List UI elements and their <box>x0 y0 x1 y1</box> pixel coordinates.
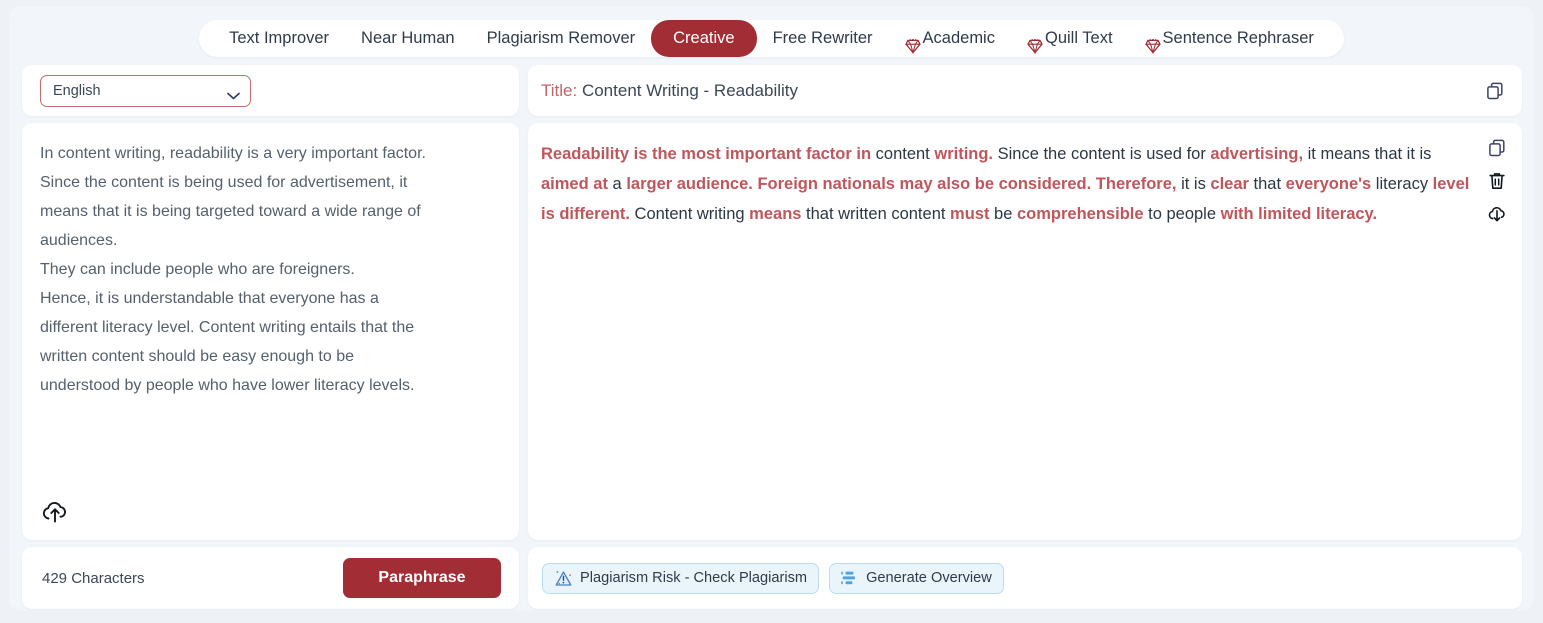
right-footer: Plagiarism Risk - Check Plagiarism Genera… <box>528 547 1522 609</box>
tab-bar: Text Improver Near Human Plagiarism Remove… <box>199 19 1344 57</box>
input-editor-card: In content writing, readability is a ver… <box>22 123 519 540</box>
output-plain-span: it means that it is <box>1303 145 1432 163</box>
left-footer: 429 Characters Paraphrase <box>22 547 519 609</box>
output-highlight-span: advertising, <box>1210 145 1304 163</box>
trash-icon[interactable] <box>1486 170 1508 192</box>
tab-label: Text Improver <box>229 28 330 47</box>
tab-free-rewriter[interactable]: Free Rewriter <box>757 20 889 57</box>
output-plain-span: it is <box>1176 175 1211 193</box>
gem-icon <box>1027 31 1043 55</box>
tab-label: Sentence Rephraser <box>1162 28 1314 47</box>
output-plain-span: Since the content is used for <box>993 145 1211 163</box>
paraphrase-button[interactable]: Paraphrase <box>343 558 501 598</box>
copy-icon[interactable] <box>1484 80 1506 102</box>
pill-label: Generate Overview <box>866 570 992 586</box>
tab-bar-wrapper: Text Improver Near Human Plagiarism Remove… <box>9 6 1534 70</box>
output-plain-span: to people <box>1143 205 1221 223</box>
tab-label: Plagiarism Remover <box>486 28 636 47</box>
tab-label: Free Rewriter <box>772 28 873 47</box>
output-title-label: Title: <box>541 80 578 100</box>
output-title-value: Content Writing - Readability <box>581 80 799 100</box>
output-highlight-span: aimed at <box>541 175 608 193</box>
copy-icon[interactable] <box>1486 137 1508 159</box>
output-highlight-span: larger audience. Foreign nationals may a… <box>626 175 1177 193</box>
tab-label: Creative <box>673 28 735 47</box>
app-container: Text Improver Near Human Plagiarism Remove… <box>9 6 1534 611</box>
output-text[interactable]: Readability is the most important factor… <box>541 139 1470 229</box>
output-highlight-span: clear <box>1210 175 1249 193</box>
output-highlight-span: means <box>749 205 802 223</box>
output-highlight-span: writing. <box>934 145 994 163</box>
output-highlight-span: Readability is the most important factor… <box>541 145 872 163</box>
app-root: Text Improver Near Human Plagiarism Remove… <box>0 0 1543 623</box>
output-highlight-span: with limited literacy. <box>1220 205 1378 223</box>
output-plain-span: Content writing <box>629 205 750 223</box>
output-title: Title: Content Writing - Readability <box>541 81 798 101</box>
upload-cloud-icon[interactable] <box>40 497 70 527</box>
output-plain-span: literacy <box>1371 175 1433 193</box>
check-plagiarism-button[interactable]: Plagiarism Risk - Check Plagiarism <box>542 562 820 594</box>
output-plain-span: be <box>989 205 1017 223</box>
tab-quill-text[interactable]: Quill Text <box>1011 20 1129 57</box>
gem-icon <box>904 31 921 55</box>
output-action-buttons <box>1486 137 1508 225</box>
tab-academic[interactable]: Academic <box>889 20 1011 57</box>
output-highlight-span: must <box>950 205 990 223</box>
language-select[interactable]: English <box>40 74 251 107</box>
tab-label: Near Human <box>361 28 455 47</box>
gem-icon <box>1144 31 1161 55</box>
tab-label: Academic <box>922 28 995 47</box>
tab-plagiarism-remover[interactable]: Plagiarism Remover <box>471 20 652 57</box>
left-panel: English In content writing, readability … <box>22 65 519 609</box>
output-highlight-span: everyone's <box>1285 175 1372 193</box>
tab-text-improver[interactable]: Text Improver <box>213 20 345 57</box>
language-select-value: English <box>53 82 101 99</box>
tab-label: Quill Text <box>1044 28 1113 47</box>
output-highlight-span: comprehensible <box>1017 205 1144 223</box>
output-plain-span: that <box>1248 175 1286 193</box>
chevron-down-icon <box>227 87 240 99</box>
output-plain-span: a <box>607 175 627 193</box>
tab-sentence-rephraser[interactable]: Sentence Rephraser <box>1129 20 1330 57</box>
bar-list-icon <box>841 570 859 586</box>
right-panel: Title: Content Writing - Readability Rea… <box>528 65 1522 609</box>
main-columns: English In content writing, readability … <box>22 65 1522 609</box>
output-card: Readability is the most important factor… <box>528 123 1522 540</box>
tab-creative[interactable]: Creative <box>651 19 757 57</box>
pill-label: Plagiarism Risk - Check Plagiarism <box>580 570 808 586</box>
output-title-bar: Title: Content Writing - Readability <box>528 65 1522 116</box>
generate-overview-button[interactable]: Generate Overview <box>829 562 1004 594</box>
character-count: 429 Characters <box>42 569 145 587</box>
language-bar: English <box>22 65 519 116</box>
output-plain-span: content <box>871 145 935 163</box>
input-text[interactable]: In content writing, readability is a ver… <box>40 139 501 400</box>
warning-triangle-icon <box>554 569 573 588</box>
output-plain-span: that written content <box>801 205 951 223</box>
download-cloud-icon[interactable] <box>1486 203 1508 225</box>
tab-near-human[interactable]: Near Human <box>345 20 471 57</box>
